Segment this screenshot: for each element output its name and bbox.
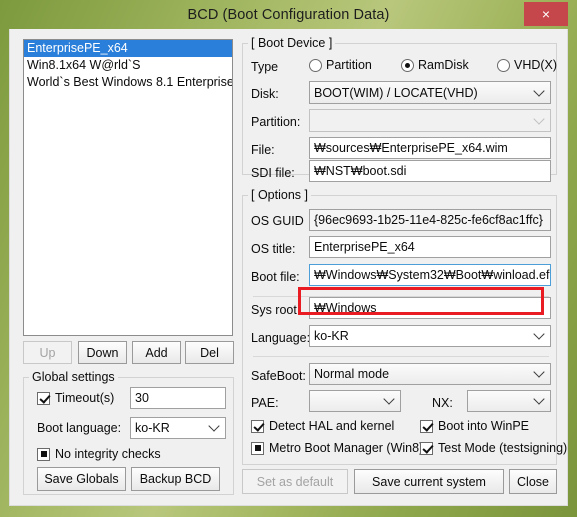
detect-hal-label: Detect HAL and kernel	[269, 419, 395, 433]
os-guid-input[interactable]: {96ec9693-1b25-11e4-825c-fe6cf8ac1ffc}	[309, 209, 551, 231]
radio-dot	[309, 58, 322, 72]
timeout-input[interactable]: 30	[130, 387, 226, 409]
boot-into-winpe-label: Boot into WinPE	[438, 419, 530, 433]
sys-root-input[interactable]: ₩Windows	[309, 297, 551, 319]
title-bar: BCD (Boot Configuration Data)	[0, 0, 577, 29]
save-globals-button[interactable]: Save Globals	[37, 467, 126, 491]
checkbox-box	[251, 441, 264, 455]
test-mode-label: Test Mode (testsigning)	[438, 441, 568, 455]
partition-select[interactable]	[309, 109, 551, 132]
backup-bcd-button[interactable]: Backup BCD	[131, 467, 220, 491]
no-integrity-checks-checkbox[interactable]: No integrity checks	[37, 447, 161, 461]
options-title: [ Options ]	[248, 188, 311, 202]
metro-boot-manager-checkbox[interactable]: Metro Boot Manager (Win8)	[251, 441, 423, 455]
file-label: File:	[251, 143, 275, 157]
list-item[interactable]: World`s Best Windows 8.1 Enterprise PE (	[24, 74, 232, 91]
list-item[interactable]: Win8.1x64 W@rld`S	[24, 57, 232, 74]
checkbox-box	[37, 447, 50, 461]
checkbox-box	[37, 391, 50, 405]
checkbox-box	[420, 419, 433, 433]
partition-label: Partition:	[251, 115, 301, 129]
boot-language-select[interactable]: ko-KR	[130, 417, 226, 439]
add-entry-button[interactable]: Add	[132, 341, 181, 364]
radio-dot	[497, 58, 510, 72]
boot-language-label: Boot language:	[37, 421, 122, 435]
pae-label: PAE:	[251, 396, 279, 410]
boot-file-label: Boot file:	[251, 270, 300, 284]
options-divider-2	[253, 356, 549, 357]
move-up-button[interactable]: Up	[23, 341, 72, 364]
set-as-default-button[interactable]: Set as default	[242, 469, 348, 494]
type-radio-ramdisk[interactable]: RamDisk	[401, 58, 469, 72]
radio-dot	[401, 58, 414, 72]
nx-label: NX:	[432, 396, 453, 410]
save-current-system-button[interactable]: Save current system	[354, 469, 504, 494]
nx-select[interactable]	[467, 390, 551, 412]
os-title-input[interactable]: EnterprisePE_x64	[309, 236, 551, 258]
os-guid-label: OS GUID	[251, 214, 304, 228]
type-radio-vhdx[interactable]: VHD(X)	[497, 58, 557, 72]
sdi-file-label: SDI file:	[251, 166, 295, 180]
boot-entry-list[interactable]: EnterprisePE_x64 Win8.1x64 W@rld`S World…	[23, 39, 233, 336]
bcd-window: BCD (Boot Configuration Data) × Enterpri…	[0, 0, 577, 517]
move-down-button[interactable]: Down	[78, 341, 127, 364]
timeout-label: Timeout(s)	[55, 391, 115, 405]
pae-select[interactable]	[309, 390, 401, 412]
type-radio-partition-label: Partition	[326, 58, 372, 72]
no-integrity-checks-label: No integrity checks	[55, 447, 161, 461]
safeboot-label: SafeBoot:	[251, 369, 306, 383]
timeout-checkbox[interactable]: Timeout(s)	[37, 391, 114, 405]
disk-label: Disk:	[251, 87, 279, 101]
file-input[interactable]: ₩sources₩EnterprisePE_x64.wim	[309, 137, 551, 159]
list-item[interactable]: EnterprisePE_x64	[24, 40, 232, 57]
close-icon[interactable]: ×	[524, 2, 568, 26]
sys-root-label: Sys root:	[251, 303, 301, 317]
boot-device-title: [ Boot Device ]	[248, 36, 336, 50]
language-label: Language:	[251, 331, 311, 345]
type-label: Type	[251, 60, 279, 74]
boot-into-winpe-checkbox[interactable]: Boot into WinPE	[420, 419, 529, 433]
type-radio-partition[interactable]: Partition	[309, 58, 372, 72]
os-title-label: OS title:	[251, 242, 296, 256]
metro-boot-manager-label: Metro Boot Manager (Win8)	[269, 441, 424, 455]
checkbox-box	[251, 419, 264, 433]
disk-select[interactable]: BOOT(WIM) / LOCATE(VHD)	[309, 81, 551, 104]
sdi-file-input[interactable]: ₩NST₩boot.sdi	[309, 160, 551, 182]
window-client-area: EnterprisePE_x64 Win8.1x64 W@rld`S World…	[9, 29, 568, 506]
safeboot-select[interactable]: Normal mode	[309, 363, 551, 385]
detect-hal-checkbox[interactable]: Detect HAL and kernel	[251, 419, 394, 433]
type-radio-vhdx-label: VHD(X)	[514, 58, 558, 72]
type-radio-ramdisk-label: RamDisk	[418, 58, 469, 72]
close-button[interactable]: Close	[509, 469, 557, 494]
global-settings-title: Global settings	[29, 370, 118, 384]
test-mode-checkbox[interactable]: Test Mode (testsigning)	[420, 441, 567, 455]
checkbox-box	[420, 441, 433, 455]
delete-entry-button[interactable]: Del	[185, 341, 234, 364]
boot-file-input[interactable]: ₩Windows₩System32₩Boot₩winload.efi	[309, 264, 551, 286]
window-title: BCD (Boot Configuration Data)	[187, 6, 390, 23]
language-select[interactable]: ko-KR	[309, 325, 551, 347]
